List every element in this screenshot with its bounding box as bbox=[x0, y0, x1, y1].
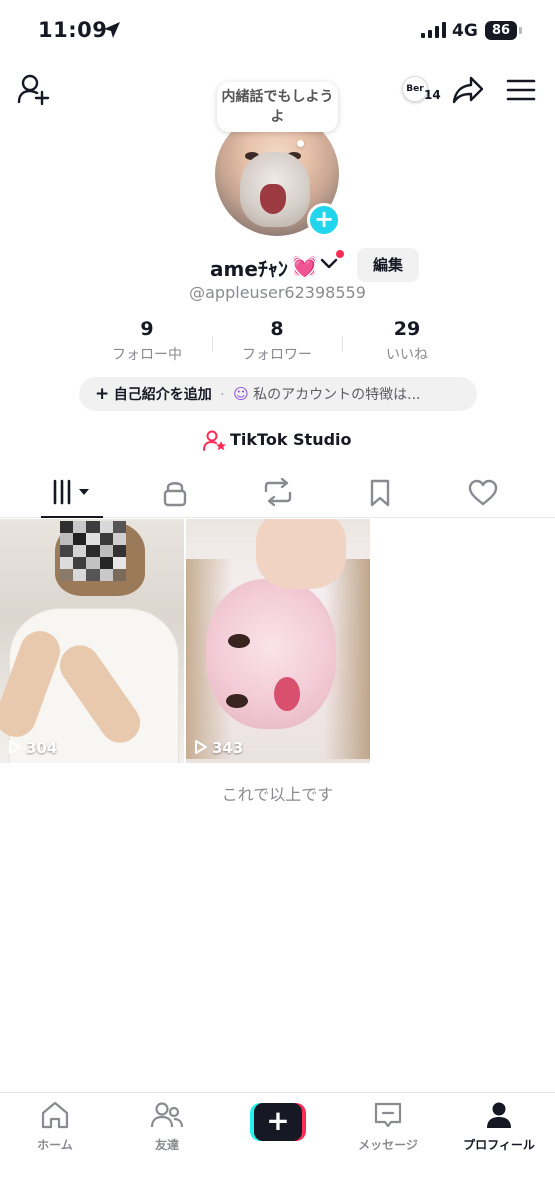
thumbnail-eye bbox=[228, 634, 250, 648]
play-icon bbox=[195, 740, 207, 754]
thumbnail-eye bbox=[226, 694, 248, 708]
nav-friends[interactable]: 友達 bbox=[117, 1101, 217, 1153]
plus-icon: + bbox=[254, 1103, 302, 1141]
tab-active-indicator bbox=[41, 516, 103, 518]
stat-followers[interactable]: 8 フォロワー bbox=[212, 318, 342, 364]
plus-icon: + bbox=[95, 384, 110, 404]
note-bubble[interactable]: 内緒話でもしようよ bbox=[217, 82, 338, 132]
bookmark-icon bbox=[370, 479, 390, 507]
status-bar: 11:09 4G 86 bbox=[0, 0, 555, 62]
mosaic-face bbox=[60, 521, 126, 581]
video-grid: 304 343 bbox=[0, 519, 555, 763]
tiktok-studio-label: TikTok Studio bbox=[230, 430, 352, 449]
nav-friends-label: 友達 bbox=[154, 1138, 179, 1152]
avatar-mouth bbox=[260, 184, 286, 214]
nav-home-label: ホーム bbox=[37, 1138, 73, 1152]
add-friend-icon[interactable] bbox=[16, 72, 50, 106]
nav-messages[interactable]: メッセージ bbox=[338, 1101, 438, 1153]
video-view-count: 304 bbox=[8, 739, 57, 757]
network-type: 4G bbox=[452, 21, 478, 41]
stat-following[interactable]: 9 フォロー中 bbox=[82, 318, 212, 364]
user-handle: @appleuser62398559 bbox=[189, 283, 366, 302]
stat-likes-count: 29 bbox=[393, 318, 421, 340]
video-thumbnail[interactable]: 343 bbox=[186, 519, 370, 763]
content-tabs bbox=[0, 470, 555, 518]
stat-followers-label: フォロワー bbox=[242, 347, 312, 363]
home-icon bbox=[41, 1101, 69, 1129]
inbox-icon bbox=[374, 1102, 402, 1128]
video-views: 304 bbox=[26, 739, 58, 757]
bottom-nav: ホーム 友達 + メッセージ プロフィール bbox=[0, 1092, 555, 1200]
play-icon bbox=[9, 740, 21, 754]
create-button[interactable]: + bbox=[250, 1103, 306, 1141]
location-arrow-icon bbox=[104, 22, 120, 38]
nav-profile-label: プロフィール bbox=[463, 1138, 535, 1152]
tab-videos[interactable] bbox=[47, 478, 107, 518]
stat-likes[interactable]: 29 いいね bbox=[342, 318, 472, 364]
profile-icon bbox=[487, 1102, 511, 1128]
videos-grid-icon bbox=[53, 479, 89, 505]
note-bubble-tail bbox=[297, 140, 304, 147]
thumbnail-lips bbox=[274, 677, 300, 711]
nav-messages-label: メッセージ bbox=[358, 1138, 418, 1152]
ber-badge-count: 14 bbox=[424, 88, 441, 102]
battery-icon: 86 bbox=[485, 21, 517, 40]
add-story-plus-icon[interactable]: + bbox=[307, 203, 341, 237]
tab-favorites[interactable] bbox=[366, 478, 426, 518]
studio-user-star-icon bbox=[203, 430, 226, 451]
display-name-emoji: 💓 bbox=[292, 254, 317, 278]
nav-home[interactable]: ホーム bbox=[5, 1101, 105, 1153]
ber-badge[interactable]: Ber 14 bbox=[400, 74, 441, 106]
thumbnail-face bbox=[206, 579, 336, 729]
heart-icon bbox=[468, 479, 498, 506]
tab-liked[interactable] bbox=[468, 478, 528, 518]
stat-followers-count: 8 bbox=[270, 318, 284, 340]
stat-likes-label: いいね bbox=[386, 347, 428, 363]
separator-dot: · bbox=[220, 387, 225, 403]
notification-dot bbox=[336, 250, 344, 258]
status-time: 11:09 bbox=[38, 18, 108, 42]
battery-nub bbox=[519, 27, 522, 34]
friends-icon bbox=[150, 1102, 184, 1128]
add-bio-button[interactable]: + 自己紹介を追加 · ☺ 私のアカウントの特徴は... bbox=[79, 377, 477, 411]
stat-following-label: フォロー中 bbox=[112, 347, 182, 363]
tab-reposts[interactable] bbox=[262, 477, 322, 518]
display-name: ameﾁｬﾝ bbox=[210, 257, 288, 281]
username-row: ameﾁｬﾝ 💓 編集 bbox=[0, 248, 555, 284]
video-views: 343 bbox=[212, 739, 244, 757]
lock-icon bbox=[163, 482, 187, 507]
share-icon[interactable] bbox=[452, 76, 484, 104]
edit-profile-button[interactable]: 編集 bbox=[357, 248, 419, 282]
video-thumbnail[interactable]: 304 bbox=[0, 519, 184, 763]
thumbnail-hand bbox=[256, 519, 346, 589]
menu-icon[interactable] bbox=[506, 78, 536, 102]
add-bio-label: 自己紹介を追加 bbox=[113, 387, 212, 403]
account-feature-label: 私のアカウントの特徴は... bbox=[253, 387, 421, 403]
nav-profile[interactable]: プロフィール bbox=[449, 1101, 549, 1153]
video-view-count: 343 bbox=[194, 739, 243, 757]
end-of-list-text: これで以上です bbox=[221, 785, 334, 804]
signal-icon bbox=[421, 22, 446, 38]
tab-private[interactable] bbox=[160, 478, 220, 518]
profile-stats: 9 フォロー中 8 フォロワー 29 いいね bbox=[82, 318, 472, 368]
repost-icon bbox=[264, 477, 292, 507]
chevron-down-icon[interactable] bbox=[320, 257, 338, 271]
smile-icon: ☺ bbox=[233, 385, 249, 403]
stat-following-count: 9 bbox=[140, 318, 154, 340]
